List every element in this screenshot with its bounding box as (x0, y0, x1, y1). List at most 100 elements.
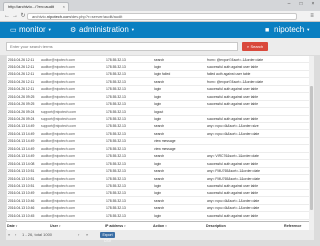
cell-user: support@nipotech.com (41, 124, 76, 129)
next-page-icon[interactable]: › (78, 232, 79, 238)
table-row[interactable]: 2016.04.13 10:46 auditor@nipotech.com 178.… (7, 205, 314, 213)
administration-menu[interactable]: ⚙ administration ▼ (70, 25, 135, 35)
table-row[interactable]: 2016.04.26 12:11 auditor@nipotech.com 178.… (7, 63, 314, 71)
table-row[interactable]: 2016.04.13 14:49 auditor@nipotech.com 178.… (7, 130, 314, 138)
cell-ip: 178.55.32.13 (106, 87, 126, 92)
cell-ip: 178.55.32.13 (106, 64, 126, 69)
search-bar: ⌕ Search (0, 38, 320, 55)
column-header-user[interactable]: User ▾ (50, 224, 61, 228)
cell-description: successful auth against user table (207, 191, 259, 196)
cell-ip: 178.55.32.13 (106, 169, 126, 174)
chevron-down-icon: ▼ (130, 27, 135, 32)
cell-user: auditor@nipotech.com (41, 183, 75, 188)
minimize-icon[interactable]: – (284, 1, 294, 8)
cell-user: auditor@nipotech.com (41, 176, 75, 181)
cell-ip: 178.55.32.13 (106, 131, 126, 136)
table-row[interactable]: 2016.04.13 14:49 auditor@nipotech.com 178.… (7, 138, 314, 146)
forward-icon[interactable]: → (11, 13, 19, 20)
cell-user: auditor@nipotech.com (41, 57, 75, 62)
scrollbar-thumb[interactable] (310, 86, 313, 210)
cell-action: search (154, 124, 165, 129)
cell-description: from= @export?&sort=-1&order=date (207, 57, 264, 62)
cell-action: search (154, 79, 165, 84)
cell-user: auditor@nipotech.com (41, 102, 75, 107)
user-icon: ■ (265, 27, 270, 35)
pagination-footer: « ‹ 1 - 26, total 1000 › » Export CSV (6, 230, 314, 243)
cell-description: successful auth against user table (207, 94, 259, 99)
table-row[interactable]: 2016.04.26 09:25 auditor@nipotech.com 178.… (7, 101, 314, 109)
reload-icon[interactable]: ↻ (19, 13, 27, 20)
cell-ip: 178.55.32.13 (106, 57, 126, 62)
cell-description: any= rcpu=4k&sort=-1&order=date (207, 131, 260, 136)
export-csv-button[interactable]: Export CSV (100, 232, 115, 243)
cell-user: auditor@nipotech.com (41, 87, 75, 92)
table-row[interactable]: 2016.04.13 10:46 auditor@nipotech.com 178.… (7, 197, 314, 205)
cell-ip: 178.55.32.13 (106, 206, 126, 211)
sort-icon: ▾ (15, 224, 18, 228)
user-menu[interactable]: ■ nipotech ▼ (265, 25, 310, 35)
cell-user: auditor@nipotech.com (41, 154, 75, 159)
cell-ip: 178.55.32.13 (106, 161, 126, 166)
table-row[interactable]: 2016.04.26 09:24 support@nipotech.com 178.… (7, 116, 314, 123)
browser-menu-icon[interactable]: ≡ (309, 13, 315, 20)
search-input[interactable] (6, 42, 238, 51)
table-row[interactable]: 2016.04.26 12:11 auditor@nipotech.com 178.… (7, 71, 314, 79)
browser-toolbar: ← → ↻ archivio.nipotech.com/dev.php?r=se… (0, 11, 320, 22)
monitor-menu[interactable]: ▭ monitor ▼ (10, 25, 52, 35)
back-icon[interactable]: ← (3, 13, 11, 20)
first-page-icon[interactable]: « (8, 232, 10, 238)
table-row[interactable]: 2016.04.26 12:11 auditor@nipotech.com 178.… (7, 78, 314, 86)
column-header-ip[interactable]: IP address ▾ (105, 224, 126, 228)
cell-ip: 178.55.32.13 (106, 109, 126, 114)
table-row[interactable]: 2016.04.13 10:51 auditor@nipotech.com 178.… (7, 175, 314, 183)
browser-tabstrip: http://archivio.../?en=audit × – □ × (0, 0, 320, 11)
cell-user: auditor@nipotech.com (41, 191, 75, 196)
table-row[interactable]: 2016.04.26 12:11 auditor@nipotech.com 178.… (7, 86, 314, 94)
cell-description: any= rcpu=4k&sort=-1&order=date (207, 206, 260, 211)
table-row[interactable]: 2016.04.13 14:49 auditor@nipotech.com 178.… (7, 145, 314, 153)
cell-description: any= VIRC76&sort=-1&order=date (207, 154, 259, 159)
cell-description: successful auth against user table (207, 102, 259, 107)
address-bar[interactable]: archivio.nipotech.com/dev.php?r=server/a… (27, 13, 297, 20)
search-button[interactable]: ⌕ Search (242, 42, 268, 51)
cell-action: view message (154, 139, 176, 144)
window-controls: – □ × (284, 1, 318, 9)
cell-description: any= FMU765&sort=-1&order=date (207, 176, 261, 181)
window-close-icon[interactable]: × (308, 1, 318, 8)
user-label: nipotech (274, 25, 305, 35)
column-header-date[interactable]: Date ▾ (7, 224, 17, 228)
gear-icon: ⚙ (70, 27, 77, 35)
cell-action: login (154, 64, 162, 69)
cell-action: login (154, 213, 162, 218)
table-row[interactable]: 2016.04.13 10:51 auditor@nipotech.com 178.… (7, 182, 314, 190)
sort-icon: ▾ (165, 224, 167, 228)
column-header-reference[interactable]: Reference (284, 224, 301, 228)
monitor-icon: ▭ (10, 27, 17, 35)
table-row[interactable]: 2016.04.26 09:24 support@nipotech.com 178.… (7, 108, 314, 116)
table-row[interactable]: 2016.04.26 09:25 auditor@nipotech.com 178.… (7, 93, 314, 101)
maximize-icon[interactable]: □ (296, 1, 306, 8)
table-row[interactable]: 2016.04.13 14:08 auditor@nipotech.com 178.… (7, 160, 314, 168)
prev-page-icon[interactable]: ‹ (15, 232, 16, 238)
cell-action: login (154, 117, 162, 121)
table-row[interactable]: 2016.04.26 12:11 auditor@nipotech.com 178.… (7, 56, 314, 64)
column-header-action[interactable]: Action ▾ (153, 224, 167, 228)
table-row[interactable]: 2016.04.13 14:49 auditor@nipotech.com 178.… (7, 153, 314, 161)
column-header-description[interactable]: Description (206, 224, 226, 228)
table-row[interactable]: 2016.04.13 10:45 auditor@nipotech.com 178.… (7, 212, 314, 220)
cell-ip: 178.55.32.13 (106, 94, 126, 99)
table-scrollbar[interactable] (309, 56, 314, 230)
browser-tab[interactable]: http://archivio.../?en=audit × (3, 2, 69, 11)
cell-action: login (154, 94, 162, 99)
cell-description: failed auth against user table (207, 72, 251, 77)
table-row[interactable]: 2016.04.13 10:49 auditor@nipotech.com 178.… (7, 190, 314, 198)
cell-user: support@nipotech.com (41, 117, 76, 121)
last-page-icon[interactable]: » (86, 232, 88, 238)
table-row[interactable]: 2016.04.13 10:51 auditor@nipotech.com 178.… (7, 168, 314, 175)
tab-title: http://archivio.../?en=audit (8, 4, 54, 9)
cell-user: auditor@nipotech.com (41, 146, 75, 151)
table-row[interactable]: 2016.04.13 14:49 support@nipotech.com 178.… (7, 123, 314, 131)
cell-action: search (154, 57, 165, 62)
cell-user: auditor@nipotech.com (41, 131, 75, 136)
tab-close-icon[interactable]: × (63, 3, 65, 11)
